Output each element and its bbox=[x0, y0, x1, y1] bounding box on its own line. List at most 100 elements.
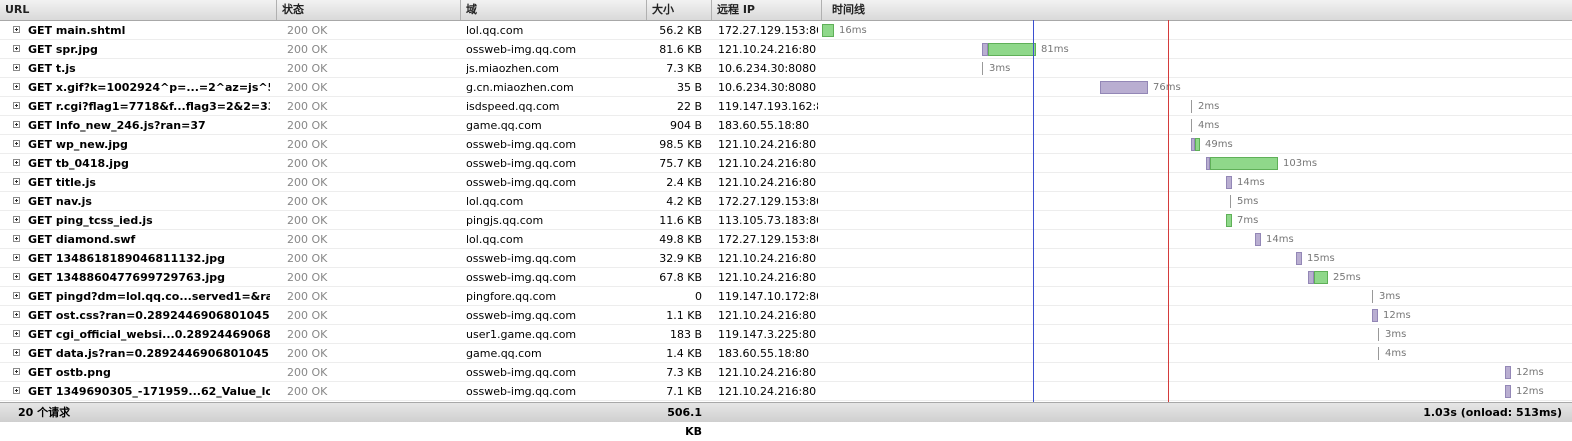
request-remote-ip: 121.10.24.216:80 bbox=[718, 43, 817, 56]
request-row[interactable]: GET t.js 200 OK js.miaozhen.com 7.3 KB 10.6.… bbox=[0, 59, 1572, 78]
request-url[interactable]: GET tb_0418.jpg bbox=[28, 154, 270, 173]
request-domain: ossweb-img.qq.com bbox=[466, 309, 577, 322]
request-url[interactable]: GET 1348618189046811132.jpg bbox=[28, 249, 270, 268]
timeline-bar-waiting[interactable] bbox=[1505, 366, 1511, 379]
expand-plus-icon[interactable] bbox=[13, 83, 20, 90]
request-row[interactable]: GET 1349690305_-171959...62_Value_local 2… bbox=[0, 382, 1572, 401]
request-url[interactable]: GET cgi_official_websi...0.2892446906801… bbox=[28, 325, 270, 344]
timeline-bar-receiving[interactable] bbox=[1210, 157, 1278, 170]
request-url[interactable]: GET Info_new_246.js?ran=37 bbox=[28, 116, 270, 135]
timeline-bar[interactable] bbox=[1191, 119, 1192, 132]
timeline-bar[interactable] bbox=[1191, 100, 1192, 113]
timeline-bar-waiting[interactable] bbox=[1505, 385, 1511, 398]
request-row[interactable]: GET diamond.swf 200 OK lol.qq.com 49.8 KB 17… bbox=[0, 230, 1572, 249]
expand-plus-icon[interactable] bbox=[13, 330, 20, 337]
expand-plus-icon[interactable] bbox=[13, 216, 20, 223]
timeline-bar-waiting[interactable] bbox=[1255, 233, 1261, 246]
request-url[interactable]: GET r.cgi?flag1=7718&f...flag3=2&2=336& bbox=[28, 97, 270, 116]
timeline-bar-waiting[interactable] bbox=[1226, 176, 1232, 189]
expand-plus-icon[interactable] bbox=[13, 159, 20, 166]
request-row[interactable]: GET title.js 200 OK ossweb-img.qq.com 2.4 K… bbox=[0, 173, 1572, 192]
request-url[interactable]: GET ping_tcss_ied.js bbox=[28, 211, 270, 230]
request-domain: user1.game.qq.com bbox=[466, 328, 577, 341]
timeline-bar-receiving[interactable] bbox=[988, 43, 1036, 56]
request-url[interactable]: GET pingd?dm=lol.qq.co...served1=&rand= bbox=[28, 287, 270, 306]
timeline-bar[interactable] bbox=[982, 62, 983, 75]
timeline-bar-waiting[interactable] bbox=[1296, 252, 1302, 265]
expand-plus-icon[interactable] bbox=[13, 368, 20, 375]
expand-plus-icon[interactable] bbox=[13, 292, 20, 299]
request-row[interactable]: GET data.js?ran=0.2892446906801045 200 OK… bbox=[0, 344, 1572, 363]
request-url[interactable]: GET spr.jpg bbox=[28, 40, 270, 59]
request-url[interactable]: GET title.js bbox=[28, 173, 270, 192]
expand-plus-icon[interactable] bbox=[13, 254, 20, 261]
column-header-domain[interactable]: 域 bbox=[461, 0, 647, 20]
expand-plus-icon[interactable] bbox=[13, 140, 20, 147]
request-domain: js.miaozhen.com bbox=[466, 62, 560, 75]
request-row[interactable]: GET ost.css?ran=0.2892446906801045 200 OK… bbox=[0, 306, 1572, 325]
request-domain: lol.qq.com bbox=[466, 195, 524, 208]
timeline-bar-waiting[interactable] bbox=[1372, 309, 1378, 322]
expand-plus-icon[interactable] bbox=[13, 178, 20, 185]
request-row[interactable]: GET r.cgi?flag1=7718&f...flag3=2&2=336& 2… bbox=[0, 97, 1572, 116]
expand-plus-icon[interactable] bbox=[13, 45, 20, 52]
request-url[interactable]: GET 1349690305_-171959...62_Value_local bbox=[28, 382, 270, 401]
expand-plus-icon[interactable] bbox=[13, 102, 20, 109]
request-row[interactable]: GET pingd?dm=lol.qq.co...served1=&rand= 2… bbox=[0, 287, 1572, 306]
request-row[interactable]: GET 1348860477699729763.jpg 200 OK ossweb-… bbox=[0, 268, 1572, 287]
expand-plus-icon[interactable] bbox=[13, 311, 20, 318]
column-header-status[interactable]: 状态 bbox=[277, 0, 461, 20]
request-url[interactable]: GET data.js?ran=0.2892446906801045 bbox=[28, 344, 270, 363]
request-domain: ossweb-img.qq.com bbox=[466, 43, 577, 56]
timeline-bar-receiving[interactable] bbox=[1226, 214, 1232, 227]
request-size: 67.8 KB bbox=[659, 271, 702, 284]
expand-plus-icon[interactable] bbox=[13, 273, 20, 280]
timeline-bar[interactable] bbox=[1230, 195, 1231, 208]
column-header-timeline[interactable]: 时间线 bbox=[822, 0, 1572, 20]
request-remote-ip: 172.27.129.153:80 bbox=[718, 233, 818, 246]
request-size: 32.9 KB bbox=[659, 252, 702, 265]
request-url[interactable]: GET x.gif?k=1002924^p=...=2^az=js^565 bbox=[28, 78, 270, 97]
expand-plus-icon[interactable] bbox=[13, 235, 20, 242]
request-row[interactable]: GET tb_0418.jpg 200 OK ossweb-img.qq.com 75… bbox=[0, 154, 1572, 173]
request-url[interactable]: GET ostb.png bbox=[28, 363, 270, 382]
request-row[interactable]: GET ostb.png 200 OK ossweb-img.qq.com 7.3 K… bbox=[0, 363, 1572, 382]
request-url[interactable]: GET wp_new.jpg bbox=[28, 135, 270, 154]
request-row[interactable]: GET x.gif?k=1002924^p=...=2^az=js^565 200… bbox=[0, 78, 1572, 97]
timeline-bar[interactable] bbox=[1378, 328, 1379, 341]
column-header-remote-ip[interactable]: 远程 IP bbox=[712, 0, 822, 20]
expand-plus-icon[interactable] bbox=[13, 121, 20, 128]
request-size: 1.1 KB bbox=[666, 309, 702, 322]
request-row[interactable]: GET cgi_official_websi...0.2892446906801… bbox=[0, 325, 1572, 344]
request-row[interactable]: GET 1348618189046811132.jpg 200 OK ossweb-… bbox=[0, 249, 1572, 268]
request-url[interactable]: GET 1348860477699729763.jpg bbox=[28, 268, 270, 287]
request-row[interactable]: GET main.shtml 200 OK lol.qq.com 56.2 KB 172… bbox=[0, 21, 1572, 40]
timeline-bar-waiting[interactable] bbox=[1100, 81, 1148, 94]
timeline-bar[interactable] bbox=[1372, 290, 1373, 303]
request-size: 22 B bbox=[676, 100, 702, 113]
request-row[interactable]: GET Info_new_246.js?ran=37 200 OK game.qq.… bbox=[0, 116, 1572, 135]
expand-plus-icon[interactable] bbox=[13, 349, 20, 356]
timeline-bar-receiving[interactable] bbox=[1314, 271, 1328, 284]
expand-plus-icon[interactable] bbox=[13, 26, 20, 33]
request-row[interactable]: GET ping_tcss_ied.js 200 OK pingjs.qq.com 1… bbox=[0, 211, 1572, 230]
timeline-bar-receiving[interactable] bbox=[1195, 138, 1200, 151]
request-url[interactable]: GET nav.js bbox=[28, 192, 270, 211]
request-domain: ossweb-img.qq.com bbox=[466, 271, 577, 284]
column-header-size[interactable]: 大小 bbox=[647, 0, 712, 20]
request-url[interactable]: GET diamond.swf bbox=[28, 230, 270, 249]
timeline-bar[interactable] bbox=[1378, 347, 1379, 360]
expand-plus-icon[interactable] bbox=[13, 387, 20, 394]
request-remote-ip: 119.147.3.225:80 bbox=[718, 328, 817, 341]
request-url[interactable]: GET t.js bbox=[28, 59, 270, 78]
request-url[interactable]: GET ost.css?ran=0.2892446906801045 bbox=[28, 306, 270, 325]
expand-plus-icon[interactable] bbox=[13, 197, 20, 204]
request-row[interactable]: GET spr.jpg 200 OK ossweb-img.qq.com 81.6 K… bbox=[0, 40, 1572, 59]
request-row[interactable]: GET nav.js 200 OK lol.qq.com 4.2 KB 172.27.1… bbox=[0, 192, 1572, 211]
timeline-bar-receiving[interactable] bbox=[822, 24, 834, 37]
request-size: 1.4 KB bbox=[666, 347, 702, 360]
expand-plus-icon[interactable] bbox=[13, 64, 20, 71]
request-url[interactable]: GET main.shtml bbox=[28, 21, 270, 40]
request-row[interactable]: GET wp_new.jpg 200 OK ossweb-img.qq.com 98.… bbox=[0, 135, 1572, 154]
column-header-url[interactable]: URL bbox=[0, 0, 277, 20]
